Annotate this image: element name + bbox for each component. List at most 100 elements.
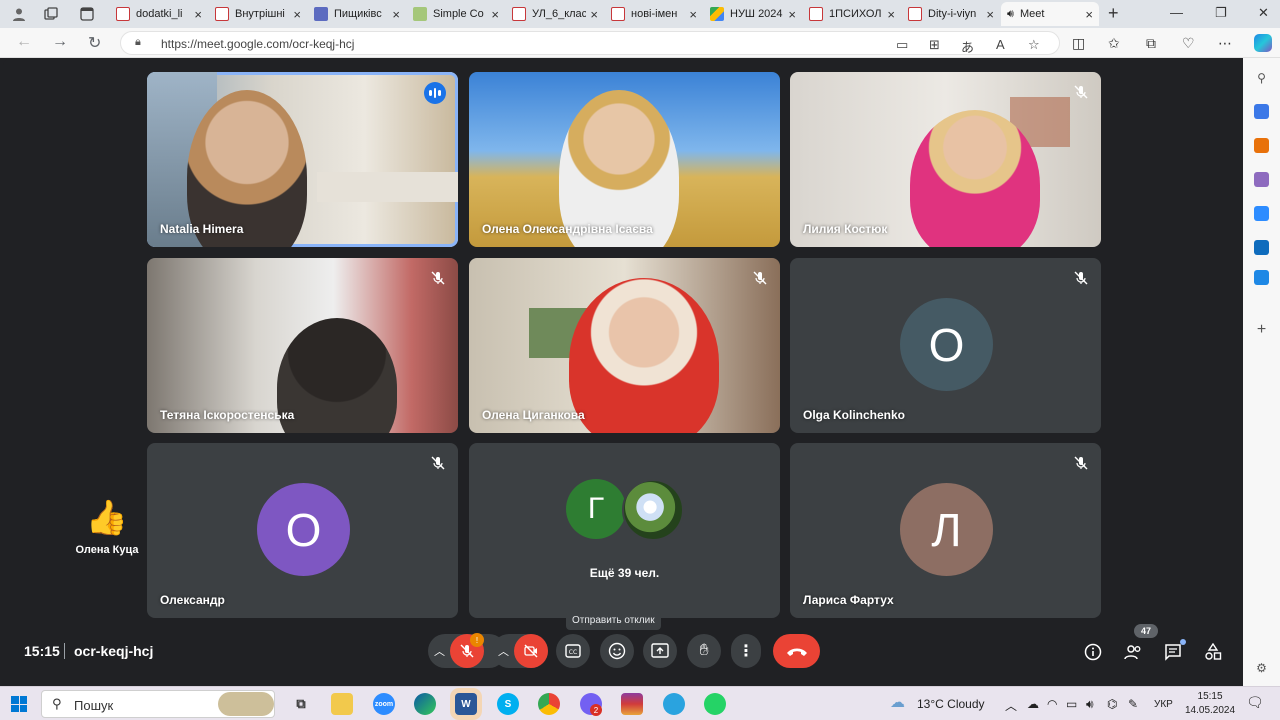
- weather-text[interactable]: 13°C Cloudy: [917, 697, 985, 711]
- apps-icon[interactable]: ⊞: [929, 37, 940, 53]
- camera-off-button[interactable]: [514, 634, 548, 668]
- network-icon[interactable]: ⌬: [1107, 697, 1117, 711]
- browser-tab[interactable]: Simple Co ×: [407, 2, 505, 26]
- microsoft-365-icon[interactable]: [1254, 206, 1269, 221]
- close-icon[interactable]: ×: [1085, 7, 1093, 22]
- participant-name: Олена Олександрівна Ісаєва: [482, 222, 653, 236]
- more-options-button[interactable]: ⋮: [731, 634, 761, 668]
- word-icon[interactable]: W: [455, 693, 477, 715]
- captions-button[interactable]: CC: [556, 634, 590, 668]
- favorites-icon[interactable]: ✩: [1108, 35, 1120, 52]
- pen-icon[interactable]: ✎: [1128, 697, 1138, 711]
- lock-icon[interactable]: 🔒︎: [135, 36, 141, 49]
- profile-icon[interactable]: [8, 4, 30, 24]
- browser-tab[interactable]: УЛ_6_клас ×: [506, 2, 604, 26]
- settings-icon[interactable]: ⚙: [1254, 660, 1269, 675]
- volume-icon[interactable]: 🔊︎: [1086, 697, 1094, 712]
- close-icon[interactable]: ×: [293, 7, 301, 22]
- present-screen-button[interactable]: [643, 634, 677, 668]
- browser-tab[interactable]: 1ПСИХОЛ ×: [803, 2, 901, 26]
- chevron-up-icon[interactable]: ︿: [434, 643, 445, 659]
- close-icon[interactable]: ×: [194, 7, 202, 22]
- browser-tab-active[interactable]: 🔊︎ Meet ×: [1001, 2, 1099, 74]
- forward-button[interactable]: →: [52, 33, 68, 51]
- close-icon[interactable]: ×: [392, 7, 400, 22]
- close-icon[interactable]: ×: [590, 7, 598, 22]
- participant-tile[interactable]: Лилия Костюк: [790, 72, 1101, 247]
- close-icon[interactable]: ×: [986, 7, 994, 22]
- whatsapp-icon[interactable]: [704, 693, 726, 715]
- back-button[interactable]: ←: [16, 33, 32, 51]
- windows-start-icon[interactable]: [11, 696, 27, 712]
- read-aloud-icon[interactable]: A: [996, 37, 1005, 52]
- participant-tile[interactable]: О Олександр: [147, 443, 458, 618]
- wifi-icon[interactable]: ◠: [1047, 697, 1057, 711]
- taskbar-search[interactable]: ⚲ Пошук: [41, 690, 275, 718]
- participant-tile[interactable]: O Olga Kolinchenko: [790, 258, 1101, 433]
- meeting-info-button[interactable]: [1082, 641, 1104, 663]
- task-view-icon[interactable]: ⧉: [290, 693, 312, 715]
- file-explorer-icon[interactable]: [331, 693, 353, 715]
- split-screen-icon[interactable]: ◫: [1072, 35, 1085, 52]
- favorite-star-icon[interactable]: ☆: [1028, 37, 1040, 53]
- speaker-icon[interactable]: 🔊︎: [1007, 8, 1014, 21]
- participant-tile[interactable]: Тетяна Іскоростенська: [147, 258, 458, 433]
- drop-icon[interactable]: [1254, 270, 1269, 285]
- browser-tab[interactable]: Dity-i-viyn ×: [902, 2, 1000, 26]
- minimize-button[interactable]: —: [1170, 5, 1183, 20]
- browser-tab[interactable]: НУШ 2024 ×: [704, 2, 802, 26]
- notifications-icon[interactable]: 🗨︎: [1246, 694, 1264, 711]
- translate-icon[interactable]: あ: [961, 37, 974, 56]
- send-reaction-button[interactable]: [600, 634, 634, 668]
- participant-tile[interactable]: Олена Циганкова: [469, 258, 780, 433]
- participant-tile[interactable]: Л Лариса Фартух: [790, 443, 1101, 618]
- browser-essentials-icon[interactable]: ♡: [1182, 35, 1195, 52]
- raise-hand-button[interactable]: ✋︎: [687, 634, 721, 668]
- url-text[interactable]: https://meet.google.com/ocr-keqj-hcj: [161, 37, 354, 51]
- edge-icon[interactable]: [414, 693, 436, 715]
- close-icon[interactable]: ×: [689, 7, 697, 22]
- maximize-button[interactable]: ❐: [1215, 5, 1227, 21]
- browser-tab[interactable]: нові-імен ×: [605, 2, 703, 26]
- system-clock[interactable]: 15:15 14.05.2024: [1185, 690, 1235, 718]
- browser-tab[interactable]: Внутрішні ×: [209, 2, 307, 26]
- skype-icon[interactable]: S: [497, 693, 519, 715]
- new-tab-button[interactable]: +: [1108, 3, 1119, 24]
- language-indicator[interactable]: УКР: [1154, 699, 1173, 710]
- add-icon[interactable]: +: [1254, 321, 1269, 338]
- shopping-icon[interactable]: [1254, 104, 1269, 119]
- onedrive-icon[interactable]: ☁: [1027, 697, 1039, 711]
- search-icon[interactable]: ⚲: [1254, 70, 1269, 85]
- zoom-icon[interactable]: zoom: [373, 693, 395, 715]
- telegram-icon[interactable]: [663, 693, 685, 715]
- activities-button[interactable]: [1202, 641, 1224, 663]
- chat-button[interactable]: [1162, 639, 1186, 663]
- winrar-icon[interactable]: [621, 693, 643, 715]
- more-menu-icon[interactable]: ⋯: [1218, 35, 1232, 52]
- chrome-icon[interactable]: [538, 693, 560, 715]
- close-window-button[interactable]: ✕: [1258, 5, 1269, 21]
- participant-tile[interactable]: Олена Олександрівна Ісаєва: [469, 72, 780, 247]
- games-icon[interactable]: [1254, 172, 1269, 187]
- browser-tab[interactable]: Пищиківс ×: [308, 2, 406, 26]
- chevron-up-icon[interactable]: ︿: [1005, 697, 1017, 714]
- chevron-up-icon[interactable]: ︿: [498, 643, 509, 659]
- tools-icon[interactable]: [1254, 138, 1269, 153]
- close-icon[interactable]: ×: [491, 7, 499, 22]
- leave-call-button[interactable]: [773, 634, 820, 668]
- close-icon[interactable]: ×: [788, 7, 796, 22]
- collections-icon[interactable]: [40, 4, 62, 24]
- others-tile[interactable]: Г Ещё 39 чел.: [469, 443, 780, 618]
- device-icon[interactable]: ▭: [896, 37, 908, 53]
- tab-actions-icon[interactable]: [76, 4, 98, 24]
- battery-icon[interactable]: ▭: [1066, 697, 1077, 711]
- collections-icon[interactable]: ⧉: [1146, 35, 1156, 52]
- outlook-icon[interactable]: [1254, 240, 1269, 255]
- address-bar[interactable]: 🔒︎ https://meet.google.com/ocr-keqj-hcj …: [120, 31, 1060, 55]
- close-icon[interactable]: ×: [887, 7, 895, 22]
- refresh-button[interactable]: ↻: [88, 33, 101, 53]
- browser-tab[interactable]: dodatki_li ×: [110, 2, 208, 26]
- people-button[interactable]: [1122, 641, 1144, 663]
- participant-tile[interactable]: Natalia Himera: [147, 72, 458, 247]
- copilot-icon[interactable]: [1254, 34, 1272, 52]
